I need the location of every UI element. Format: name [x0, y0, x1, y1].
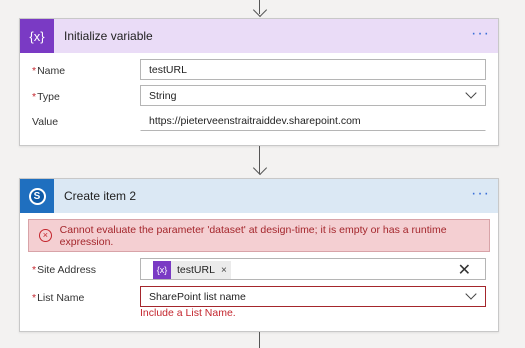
- required-marker: *: [32, 292, 37, 304]
- initialize-variable-card: {x} Initialize variable ··· *Name testUR…: [19, 18, 499, 146]
- name-label: *Name: [32, 65, 66, 77]
- list-name-label: *List Name: [32, 292, 85, 304]
- curly-braces-x-icon: {x}: [20, 19, 54, 53]
- initialize-variable-header[interactable]: {x} Initialize variable ···: [20, 19, 498, 53]
- sharepoint-s-icon: S: [20, 179, 54, 213]
- create-item-header[interactable]: S Create item 2 ···: [20, 179, 498, 213]
- sharepoint-letter: S: [28, 187, 46, 205]
- list-name-placeholder: SharePoint list name: [149, 291, 246, 303]
- type-row: *Type String: [20, 85, 498, 109]
- chevron-down-icon: [465, 288, 477, 300]
- type-label: *Type: [32, 91, 60, 103]
- close-icon[interactable]: ✕: [458, 260, 471, 280]
- error-message-banner: × Cannot evaluate the parameter 'dataset…: [28, 219, 490, 252]
- more-options-icon[interactable]: ···: [471, 186, 490, 202]
- site-address-label: *Site Address: [32, 264, 97, 276]
- value-label: Value: [32, 116, 59, 128]
- connector-arrow-top: [252, 2, 268, 18]
- list-name-dropdown[interactable]: SharePoint list name: [140, 286, 486, 307]
- required-marker: *: [32, 65, 37, 77]
- connector-line-bottom: [259, 332, 260, 348]
- required-marker: *: [32, 264, 37, 276]
- site-address-row: *Site Address {x} testURL × ✕: [20, 258, 498, 282]
- error-message-text: Cannot evaluate the parameter 'dataset' …: [59, 223, 447, 248]
- name-input[interactable]: testURL: [140, 59, 486, 80]
- token-label: testURL: [177, 264, 215, 276]
- more-options-icon[interactable]: ···: [471, 26, 490, 42]
- create-item-card: S Create item 2 ··· × Cannot evaluate th…: [19, 178, 499, 332]
- value-row: Value https://pieterveenstraitraiddev.sh…: [20, 110, 498, 134]
- name-row: *Name testURL: [20, 59, 498, 83]
- site-address-input[interactable]: {x} testURL × ✕: [140, 258, 486, 280]
- list-name-validation-hint: Include a List Name.: [140, 307, 236, 319]
- value-input[interactable]: https://pieterveenstraitraiddev.sharepoi…: [140, 110, 486, 131]
- create-item-title: Create item 2: [64, 189, 137, 203]
- curly-braces-x-icon: {x}: [153, 261, 171, 279]
- circle-x-icon: ×: [39, 229, 52, 242]
- list-name-row: *List Name SharePoint list name: [20, 286, 498, 310]
- chevron-down-icon: [465, 87, 477, 99]
- type-value: String: [149, 90, 177, 102]
- initialize-variable-title: Initialize variable: [64, 29, 153, 43]
- testurl-token[interactable]: {x} testURL ×: [153, 261, 231, 279]
- type-dropdown[interactable]: String: [140, 85, 486, 106]
- token-remove-icon[interactable]: ×: [221, 265, 231, 276]
- required-marker: *: [32, 91, 37, 103]
- connector-arrow-middle: [252, 160, 268, 176]
